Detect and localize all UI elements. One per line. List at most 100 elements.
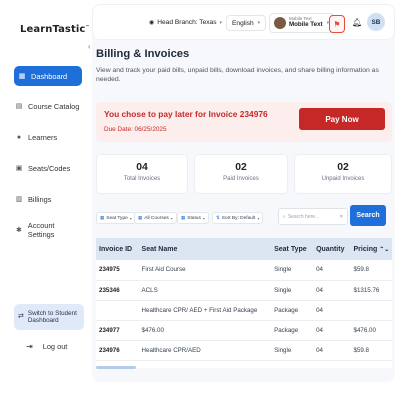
flag-button[interactable]: ⚑	[329, 15, 345, 33]
sidebar-item-label: Seats/Codes	[28, 163, 71, 173]
pricing: $59.8	[350, 260, 392, 281]
chevron-down-icon: ▾	[257, 20, 261, 26]
stat-value: 02	[337, 162, 349, 173]
book-icon: ▤	[15, 103, 23, 110]
pay-banner-due-date: Due Date: 06/25/2025	[104, 126, 167, 133]
stat-label: Unpaid Invoices	[321, 176, 365, 182]
logout-label: Log out	[42, 342, 68, 351]
stat-label: Total Invoices	[123, 176, 161, 182]
filter-icon: ▦	[100, 215, 105, 220]
switch-icon: ⇄	[18, 312, 24, 320]
pay-later-banner: You chose to pay later for Invoice 23497…	[96, 102, 392, 142]
page-description: View and track your paid bills, unpaid b…	[96, 67, 379, 84]
seat-name: ACLS	[138, 280, 272, 301]
invoice-id: 234975	[96, 260, 139, 281]
stat-label: Paid Invoices	[223, 176, 259, 182]
clear-icon[interactable]: ×	[340, 214, 343, 220]
chevron-down-icon: ▾	[170, 215, 173, 221]
quantity: 04	[313, 340, 351, 361]
column-header: Seat Type	[271, 238, 314, 260]
sidebar-item-seats-codes[interactable]: ▣ Seats/Codes	[14, 158, 82, 178]
user-icon: ●	[16, 133, 22, 141]
grid-icon: ▦	[18, 73, 26, 80]
stat-value: 02	[235, 162, 247, 173]
pay-now-button[interactable]: Pay Now	[299, 108, 385, 130]
main-content: ◉ Head Branch: Texas ▾ English ▾ Mobile …	[92, 4, 395, 382]
seat-name: Healthcare CPR/AED	[138, 340, 272, 361]
logout-button[interactable]: ⇥ Log out	[26, 342, 67, 351]
pay-banner-title: You chose to pay later for Invoice 23497…	[104, 109, 268, 119]
seat-name: First Aid Course	[138, 260, 272, 281]
sidebar-item-billings[interactable]: ▥ Billings	[14, 189, 82, 209]
chevron-down-icon: ▾	[219, 19, 223, 26]
sidebar-item-learners[interactable]: ● Learners	[14, 127, 82, 147]
quantity: 04	[313, 320, 351, 341]
seat-type: Package	[271, 320, 314, 341]
table-horizontal-scrollbar[interactable]	[96, 366, 136, 369]
filter-icon: ▦	[138, 215, 143, 220]
switch-to-student-button[interactable]: ⇄ Switch to Student Dashboard	[14, 304, 84, 330]
pricing: $1315.76	[350, 280, 392, 301]
filter-label: Sort By: Default	[221, 215, 256, 221]
sidebar: LearnTastic™ ▦ Dashboard ▤ Course Catalo…	[0, 0, 90, 394]
table-row[interactable]: 235346 ACLS Single 04 $1315.76	[96, 280, 392, 301]
column-header: Quantity	[313, 238, 351, 260]
branch-selector[interactable]: ◉ Head Branch: Texas ▾	[149, 19, 222, 26]
quantity: 04	[313, 280, 351, 301]
seat-name: Healthcare CPR/ AED + First Aid Package	[138, 300, 272, 321]
chevron-down-icon: ▾	[129, 215, 132, 221]
stat-paid-invoices: 02 Paid Invoices	[194, 154, 288, 194]
table-row[interactable]: 234975 First Aid Course Single 04 $59.8	[96, 260, 392, 281]
column-header: Seat Name	[138, 238, 272, 260]
filter-label: All Courses	[144, 215, 169, 221]
quantity: 04	[313, 260, 351, 281]
page-title: Billing & Invoices	[96, 48, 190, 60]
switch-label: Switch to Student Dashboard	[27, 309, 77, 324]
collapse-sidebar-icon[interactable]: ‹	[88, 42, 91, 51]
receipt-icon: ▥	[15, 196, 23, 203]
seat-type-filter[interactable]: ▦ Seat Type ▾	[96, 212, 136, 224]
user-avatar[interactable]: SB	[367, 13, 385, 31]
table-row[interactable]: 234976 Healthcare CPR/AED Single 04 $59.…	[96, 340, 392, 361]
sidebar-item-dashboard[interactable]: ▦ Dashboard	[14, 66, 82, 86]
sidebar-item-course-catalog[interactable]: ▤ Course Catalog	[14, 96, 82, 116]
account-name: Mobile Text	[289, 21, 323, 29]
branch-label: Head Branch: Texas	[157, 19, 217, 26]
sidebar-item-label: Billings	[28, 194, 52, 204]
filter-label: Status	[187, 215, 201, 221]
logout-icon: ⇥	[26, 342, 33, 351]
table-row[interactable]: 234977 $476.00 Package 04 $476.00	[96, 320, 392, 341]
app-logo[interactable]: LearnTastic™	[20, 24, 90, 35]
avatar	[274, 17, 286, 29]
stat-unpaid-invoices: 02 Unpaid Invoices	[294, 154, 392, 194]
stat-value: 04	[136, 162, 148, 173]
pricing: $476.00	[350, 320, 392, 341]
column-header: Invoice ID	[96, 238, 139, 260]
table-row[interactable]: Healthcare CPR/ AED + First Aid Package …	[96, 300, 392, 321]
sidebar-item-label: Account Settings	[27, 221, 55, 239]
seat-type: Single	[271, 260, 314, 281]
flag-icon: ⚑	[333, 19, 341, 29]
language-select[interactable]: English ▾	[226, 15, 267, 31]
table-header-row: Invoice ID Seat Name Seat Type Quantity …	[96, 238, 392, 260]
sidebar-item-account-settings[interactable]: ✱ Account Settings	[14, 220, 82, 240]
search-input[interactable]: ⌕ Search here.. ×	[278, 208, 348, 225]
invoice-id: 235346	[96, 280, 139, 301]
account-selector[interactable]: Mobile Text Mobile Text ▾	[269, 13, 335, 33]
filter-icon: ▦	[181, 215, 186, 220]
language-label: English	[232, 19, 254, 27]
seat-type: Single	[271, 340, 314, 361]
quantity: 04	[313, 300, 351, 321]
invoice-id: 234977	[96, 320, 139, 341]
bell-icon[interactable]: 🔔︎	[352, 18, 362, 27]
invoices-table: Invoice ID Seat Name Seat Type Quantity …	[96, 238, 392, 368]
search-button[interactable]: Search	[350, 205, 386, 226]
sort-filter[interactable]: ⇅ Sort By: Default ▾	[212, 212, 264, 224]
status-filter[interactable]: ▦ Status ▾	[177, 212, 209, 224]
sidebar-item-label: Learners	[28, 132, 58, 142]
column-header-pricing[interactable]: Pricing ⌃⌄	[350, 238, 392, 260]
courses-filter[interactable]: ▦ All Courses ▾	[134, 212, 177, 224]
stat-total-invoices: 04 Total Invoices	[96, 154, 188, 194]
seat-type: Single	[271, 280, 314, 301]
sort-icon[interactable]: ⌃⌄	[379, 247, 389, 253]
